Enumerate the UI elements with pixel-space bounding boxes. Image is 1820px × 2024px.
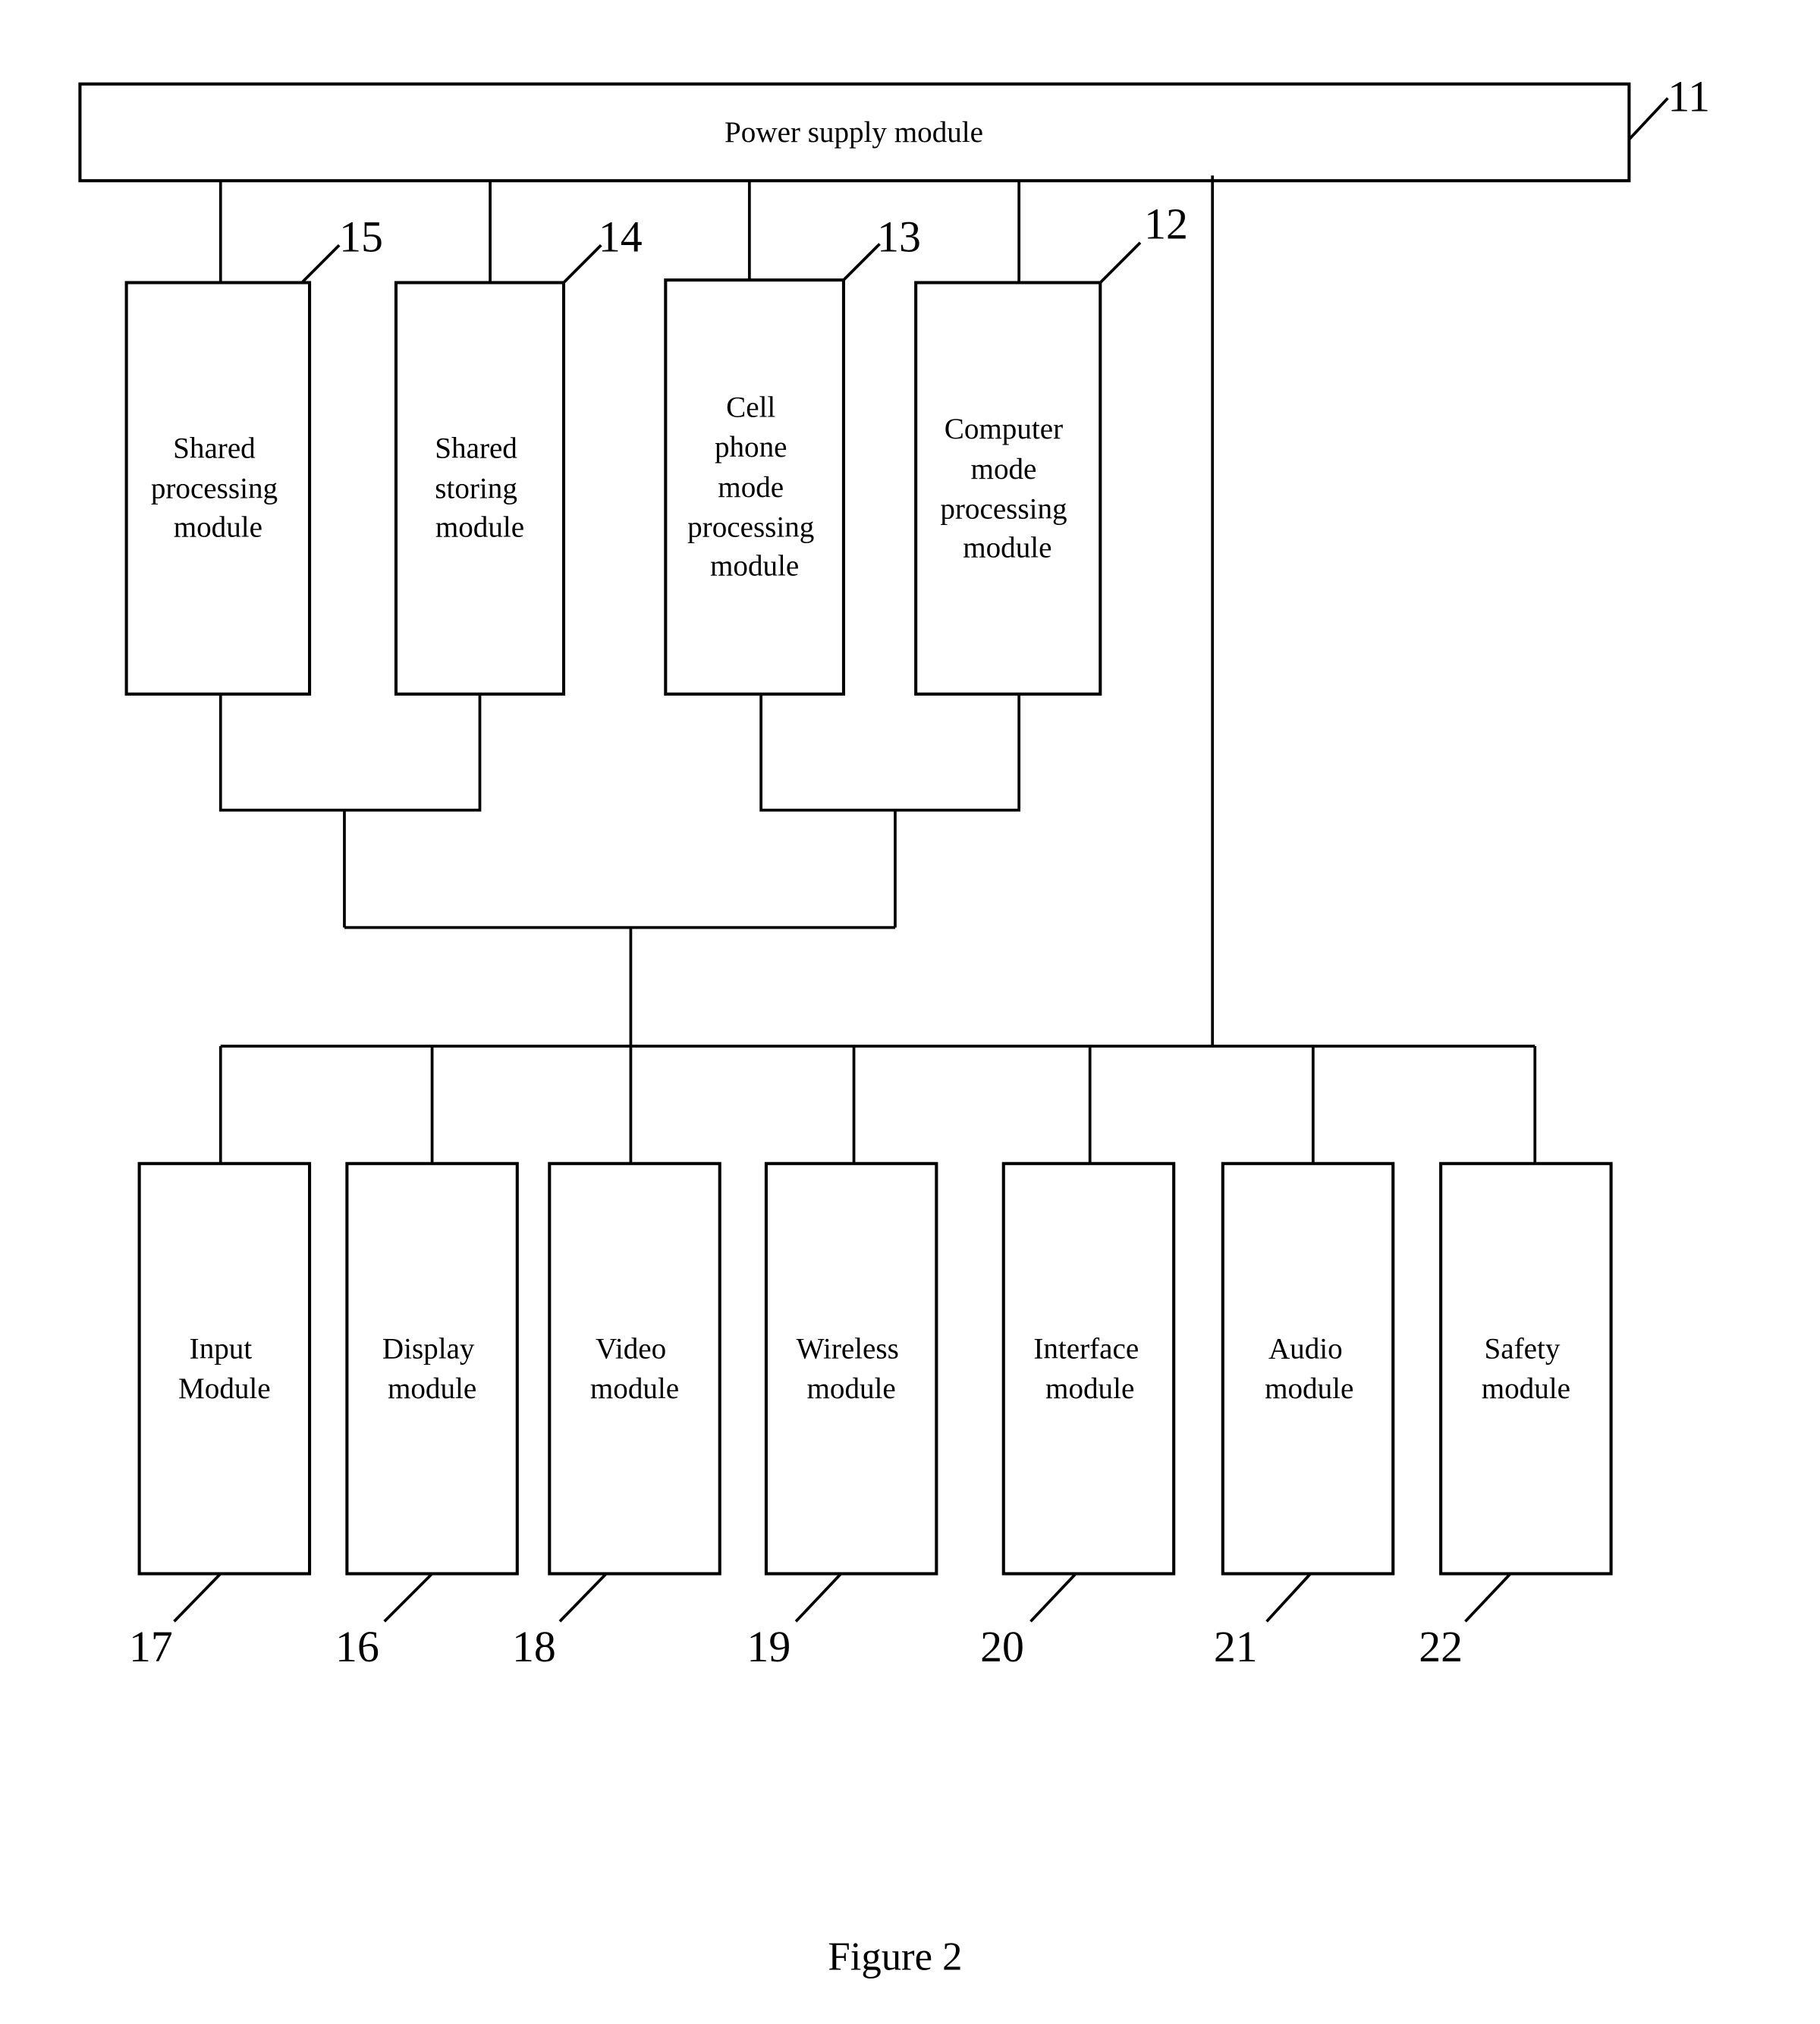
module-label: Shared storing module xyxy=(435,432,524,544)
module-box xyxy=(1439,1161,1613,1576)
ref-leader-22 xyxy=(1464,1573,1512,1623)
module-box xyxy=(137,1161,312,1576)
module-box xyxy=(345,1161,519,1576)
module-box xyxy=(548,1161,721,1576)
wire xyxy=(759,693,1021,812)
wire xyxy=(218,693,482,812)
lower-module-safety: Safety module 22 xyxy=(1419,1161,1613,1671)
upper-module-computer-mode-processing: Computer mode processing module 12 xyxy=(914,200,1188,696)
lower-module-audio: Audio module 21 xyxy=(1214,1161,1395,1671)
ref-number-16: 16 xyxy=(335,1622,379,1671)
ref-leader-21 xyxy=(1265,1573,1312,1623)
ref-number-13: 13 xyxy=(877,212,921,262)
lower-module-display: Display module 16 xyxy=(335,1161,519,1671)
figure-caption: Figure 2 xyxy=(828,1934,962,1978)
lower-module-interface: Interface module 20 xyxy=(980,1161,1176,1671)
upper-module-shared-storing: Shared storing module 14 xyxy=(394,212,643,696)
ref-leader-12 xyxy=(1099,241,1142,284)
lower-module-input: Input Module 17 xyxy=(129,1161,312,1671)
ref-number-12: 12 xyxy=(1144,200,1188,249)
ref-number-14: 14 xyxy=(599,212,643,262)
lower-module-video: Video module 18 xyxy=(512,1161,721,1671)
ref-number-17: 17 xyxy=(129,1622,173,1671)
ref-number-18: 18 xyxy=(512,1622,556,1671)
ref-number-15: 15 xyxy=(339,212,383,262)
module-box xyxy=(1001,1161,1176,1576)
ref-number-20: 20 xyxy=(980,1622,1024,1671)
power-supply-module: Power supply module 11 xyxy=(78,71,1710,183)
module-box xyxy=(914,281,1102,696)
ref-leader-11 xyxy=(1628,97,1669,141)
ref-leader-17 xyxy=(173,1573,222,1623)
ref-leader-16 xyxy=(383,1573,433,1623)
ref-leader-18 xyxy=(558,1573,608,1623)
merge-wires xyxy=(218,693,1021,1047)
lower-bus xyxy=(218,1045,1537,1164)
ref-leader-14 xyxy=(562,244,602,284)
ref-number-11: 11 xyxy=(1668,71,1710,121)
module-box xyxy=(1221,1161,1395,1576)
ref-number-19: 19 xyxy=(747,1622,791,1671)
ref-leader-15 xyxy=(300,244,341,284)
ref-leader-19 xyxy=(794,1573,842,1623)
power-supply-label: Power supply module xyxy=(725,116,983,149)
block-diagram: Power supply module 11 Shared processing… xyxy=(78,71,1710,1978)
lower-module-wireless: Wireless module 19 xyxy=(747,1161,938,1671)
ref-leader-20 xyxy=(1029,1573,1077,1623)
module-box xyxy=(764,1161,938,1576)
ref-leader-13 xyxy=(842,243,881,281)
upper-module-cell-phone-mode-processing: Cell phone mode processing module 13 xyxy=(664,212,921,696)
ref-number-22: 22 xyxy=(1419,1622,1463,1671)
ref-number-21: 21 xyxy=(1214,1622,1258,1671)
upper-module-shared-processing: Shared processing module 15 xyxy=(124,212,383,696)
